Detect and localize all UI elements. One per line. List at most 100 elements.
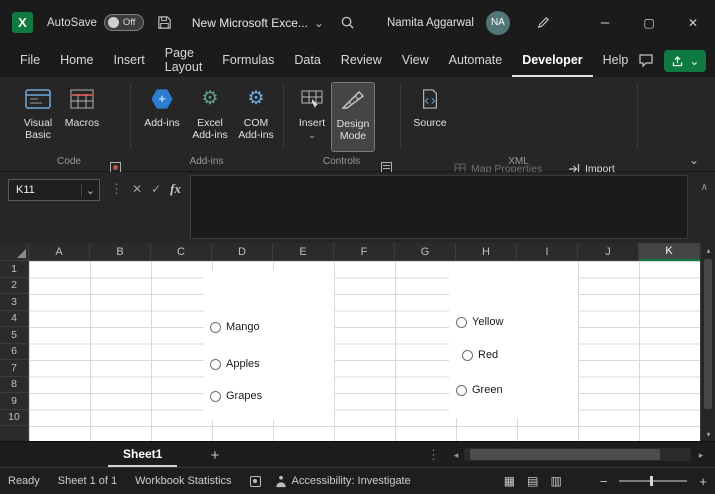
- document-title[interactable]: New Microsoft Exce...: [192, 16, 324, 30]
- column-header-a[interactable]: A: [29, 243, 90, 261]
- radio-option-yellow[interactable]: Yellow: [456, 316, 503, 328]
- radio-label: Red: [478, 349, 499, 361]
- zoom-slider-thumb[interactable]: [650, 476, 654, 486]
- formula-input[interactable]: [190, 175, 688, 239]
- radio-option-apples[interactable]: Apples: [210, 358, 260, 370]
- row-header-5[interactable]: 5: [0, 327, 29, 344]
- radio-option-mango[interactable]: Mango: [210, 321, 260, 333]
- column-header-j[interactable]: J: [578, 243, 639, 261]
- radio-option-grapes[interactable]: Grapes: [210, 390, 262, 402]
- horizontal-scrollbar[interactable]: [464, 448, 691, 461]
- radio-circle-icon[interactable]: [210, 390, 221, 402]
- collapse-formula-bar-icon[interactable]: [701, 182, 708, 193]
- scroll-down-icon[interactable]: [701, 427, 715, 441]
- excel-logo-icon[interactable]: X: [12, 12, 33, 33]
- horizontal-scroll-thumb[interactable]: [470, 449, 660, 460]
- macro-record-icon[interactable]: [249, 475, 261, 487]
- tab-automate[interactable]: Automate: [439, 45, 513, 77]
- column-header-i[interactable]: I: [517, 243, 578, 261]
- radio-circle-icon[interactable]: [210, 358, 221, 370]
- cell-grid[interactable]: [29, 261, 700, 441]
- column-header-c[interactable]: C: [151, 243, 212, 261]
- tab-page-layout[interactable]: Page Layout: [155, 45, 213, 77]
- vertical-scroll-thumb[interactable]: [704, 259, 712, 409]
- save-icon[interactable]: [157, 15, 172, 30]
- enter-icon[interactable]: [151, 182, 161, 196]
- row-header-1[interactable]: 1: [0, 261, 29, 278]
- maximize-button[interactable]: [627, 0, 671, 45]
- row-header-10[interactable]: 10: [0, 409, 29, 426]
- autosave-toggle[interactable]: Off: [103, 14, 144, 31]
- radio-circle-icon[interactable]: [456, 316, 467, 328]
- search-icon[interactable]: [340, 15, 355, 30]
- column-header-h[interactable]: H: [456, 243, 517, 261]
- row-header-7[interactable]: 7: [0, 360, 29, 377]
- add-ins-button[interactable]: + Add-ins: [140, 82, 184, 152]
- chevron-down-icon[interactable]: [81, 183, 99, 197]
- visual-basic-button[interactable]: Visual Basic: [16, 82, 60, 152]
- radio-option-red[interactable]: Red: [462, 349, 498, 361]
- column-header-f[interactable]: F: [334, 243, 395, 261]
- minimize-button[interactable]: [583, 0, 627, 45]
- com-add-ins-button[interactable]: COM Add-ins: [234, 82, 278, 152]
- insert-controls-button[interactable]: Insert ⌄: [290, 82, 334, 152]
- source-button[interactable]: Source: [408, 82, 452, 152]
- tab-help[interactable]: Help: [593, 45, 639, 77]
- page-layout-view-icon[interactable]: [527, 474, 538, 488]
- new-sheet-button[interactable]: +: [205, 445, 225, 465]
- accessibility-status[interactable]: Accessibility: Investigate: [275, 475, 411, 488]
- row-header-2[interactable]: 2: [0, 277, 29, 294]
- column-header-k[interactable]: K: [639, 243, 700, 261]
- pen-icon[interactable]: [536, 15, 551, 30]
- tab-data[interactable]: Data: [284, 45, 330, 77]
- column-header-d[interactable]: D: [212, 243, 273, 261]
- column-header-e[interactable]: E: [273, 243, 334, 261]
- normal-view-icon[interactable]: [504, 474, 515, 488]
- design-mode-button[interactable]: Design Mode: [331, 82, 375, 152]
- radio-circle-icon[interactable]: [462, 349, 473, 361]
- cancel-icon[interactable]: [132, 182, 142, 196]
- radio-circle-icon[interactable]: [456, 384, 467, 396]
- insert-function-icon[interactable]: fx: [170, 181, 181, 197]
- vertical-scrollbar[interactable]: [700, 243, 715, 441]
- avatar[interactable]: NA: [485, 10, 510, 35]
- zoom-in-icon[interactable]: +: [699, 474, 707, 489]
- tab-review[interactable]: Review: [331, 45, 392, 77]
- tab-formulas[interactable]: Formulas: [212, 45, 284, 77]
- radio-option-green[interactable]: Green: [456, 384, 503, 396]
- collapse-ribbon-icon[interactable]: [689, 153, 699, 167]
- page-break-view-icon[interactable]: [550, 474, 561, 488]
- close-button[interactable]: [671, 0, 715, 45]
- row-header-partial[interactable]: [0, 426, 29, 441]
- column-header-b[interactable]: B: [90, 243, 151, 261]
- comments-icon[interactable]: [638, 52, 654, 71]
- excel-add-ins-button[interactable]: Excel Add-ins: [188, 82, 232, 152]
- row-header-3[interactable]: 3: [0, 294, 29, 311]
- row-header-6[interactable]: 6: [0, 343, 29, 360]
- zoom-slider[interactable]: [619, 476, 688, 486]
- row-header-8[interactable]: 8: [0, 376, 29, 393]
- row-header-4[interactable]: 4: [0, 310, 29, 327]
- macros-button[interactable]: Macros: [60, 82, 104, 152]
- scroll-up-icon[interactable]: [701, 243, 715, 257]
- tab-view[interactable]: View: [392, 45, 439, 77]
- sheet-count[interactable]: Sheet 1 of 1: [58, 475, 117, 487]
- tab-insert[interactable]: Insert: [104, 45, 155, 77]
- column-header-g[interactable]: G: [395, 243, 456, 261]
- tab-file[interactable]: File: [10, 45, 50, 77]
- row-header-9[interactable]: 9: [0, 393, 29, 410]
- share-button[interactable]: [664, 50, 707, 72]
- sheet-tab-sheet1[interactable]: Sheet1: [108, 442, 178, 467]
- workbook-statistics[interactable]: Workbook Statistics: [135, 475, 231, 487]
- radio-circle-icon[interactable]: [210, 321, 221, 333]
- formula-bar-handle-icon[interactable]: [110, 181, 123, 197]
- select-all-corner[interactable]: [0, 243, 29, 261]
- tab-developer[interactable]: Developer: [512, 45, 593, 77]
- zoom-out-icon[interactable]: −: [600, 474, 608, 489]
- tab-splitter-icon[interactable]: [427, 447, 440, 463]
- scroll-left-icon[interactable]: [449, 447, 463, 463]
- tab-home[interactable]: Home: [50, 45, 103, 77]
- name-box[interactable]: K11: [8, 179, 100, 201]
- scroll-right-icon[interactable]: [694, 447, 708, 463]
- user-name[interactable]: Namita Aggarwal: [387, 17, 474, 29]
